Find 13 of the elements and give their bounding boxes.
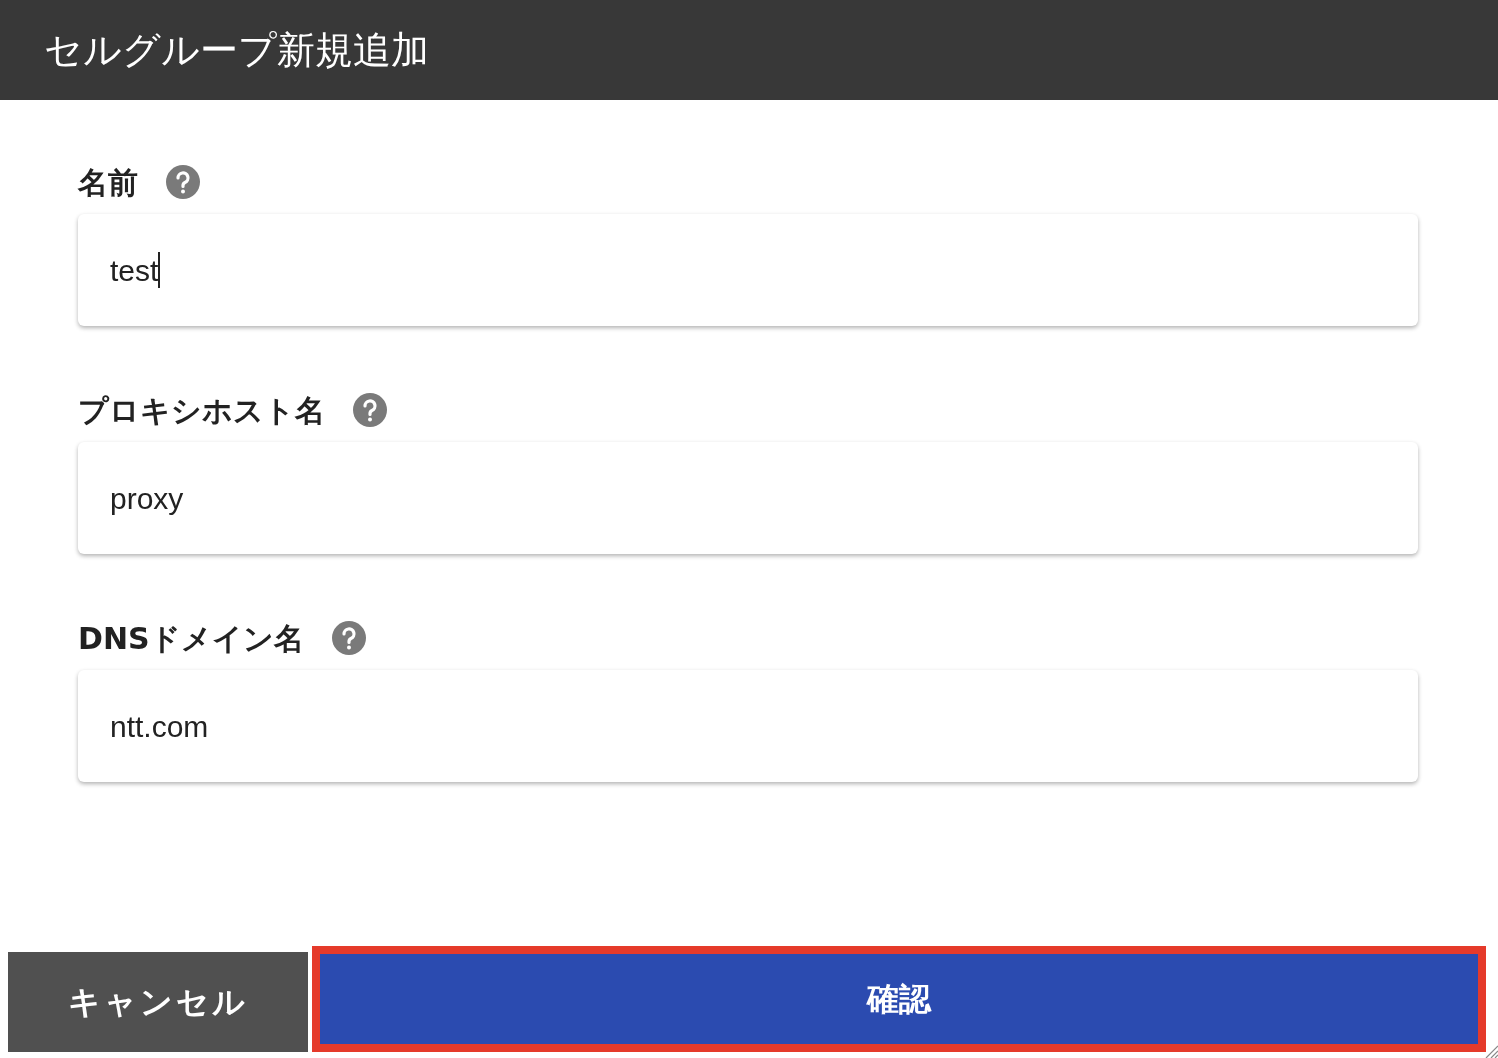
field-label: DNSドメイン名 (78, 619, 304, 658)
confirm-button[interactable]: 確認 (312, 946, 1486, 1052)
help-icon[interactable] (353, 393, 387, 427)
field-label: 名前 (78, 163, 138, 202)
cancel-button[interactable]: キャンセル (8, 952, 308, 1052)
window-title: セルグループ新規追加 (44, 26, 429, 74)
help-icon[interactable] (331, 621, 366, 655)
input-field[interactable]: test (78, 214, 1418, 326)
resize-handle-icon[interactable] (1484, 1044, 1498, 1058)
input-field[interactable]: proxy (78, 442, 1418, 554)
field-label: プロキシホスト名 (78, 391, 325, 430)
input-field[interactable]: ntt.com (78, 670, 1418, 782)
help-icon[interactable] (166, 165, 200, 199)
